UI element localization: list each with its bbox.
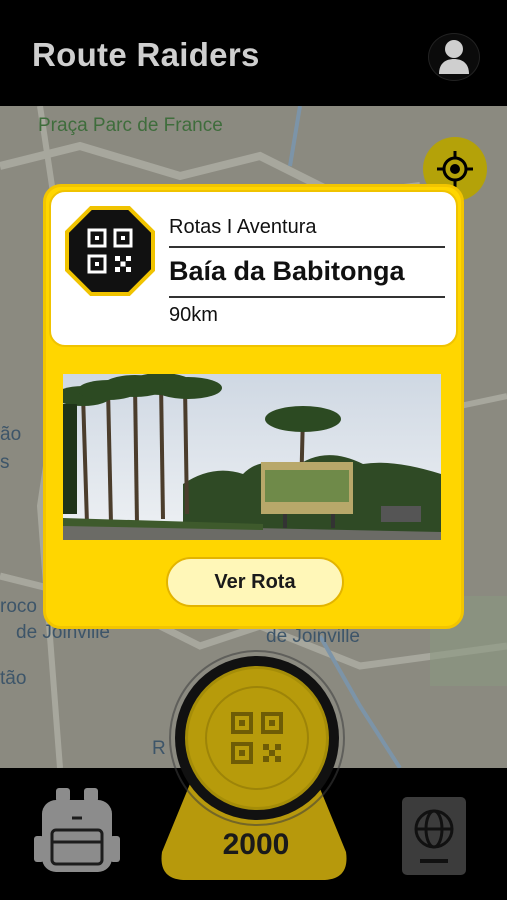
route-photo [63, 374, 441, 540]
crosshair-icon [437, 151, 473, 187]
scan-button-inner [205, 686, 309, 790]
view-route-button[interactable]: Ver Rota [166, 557, 344, 607]
profile-button[interactable] [428, 33, 480, 81]
user-icon [439, 40, 469, 74]
route-name: Baía da Babitonga [169, 256, 405, 286]
map-label: roco [0, 596, 37, 617]
map-label: s [0, 452, 10, 473]
map-label: ão [0, 424, 22, 445]
qr-code-icon [65, 206, 155, 296]
divider [169, 246, 445, 248]
route-card-header: Rotas I Aventura Baía da Babitonga 90km [49, 190, 458, 347]
route-card: Rotas I Aventura Baía da Babitonga 90km [43, 184, 464, 629]
divider [169, 296, 445, 298]
passport-icon[interactable] [398, 795, 470, 877]
backpack-icon[interactable] [32, 786, 122, 876]
route-distance: 90km [169, 304, 218, 326]
map-label: tão [0, 668, 27, 689]
app-title: Route Raiders [32, 36, 260, 73]
map-label: Praça Parc de France [38, 115, 223, 136]
route-category: Rotas I Aventura [169, 216, 317, 238]
scan-button[interactable] [185, 666, 329, 810]
map-label: de Joinville [266, 626, 360, 647]
points-score: 2000 [222, 828, 290, 861]
app-header: Route Raiders [0, 0, 507, 106]
qr-code-icon [231, 712, 283, 764]
